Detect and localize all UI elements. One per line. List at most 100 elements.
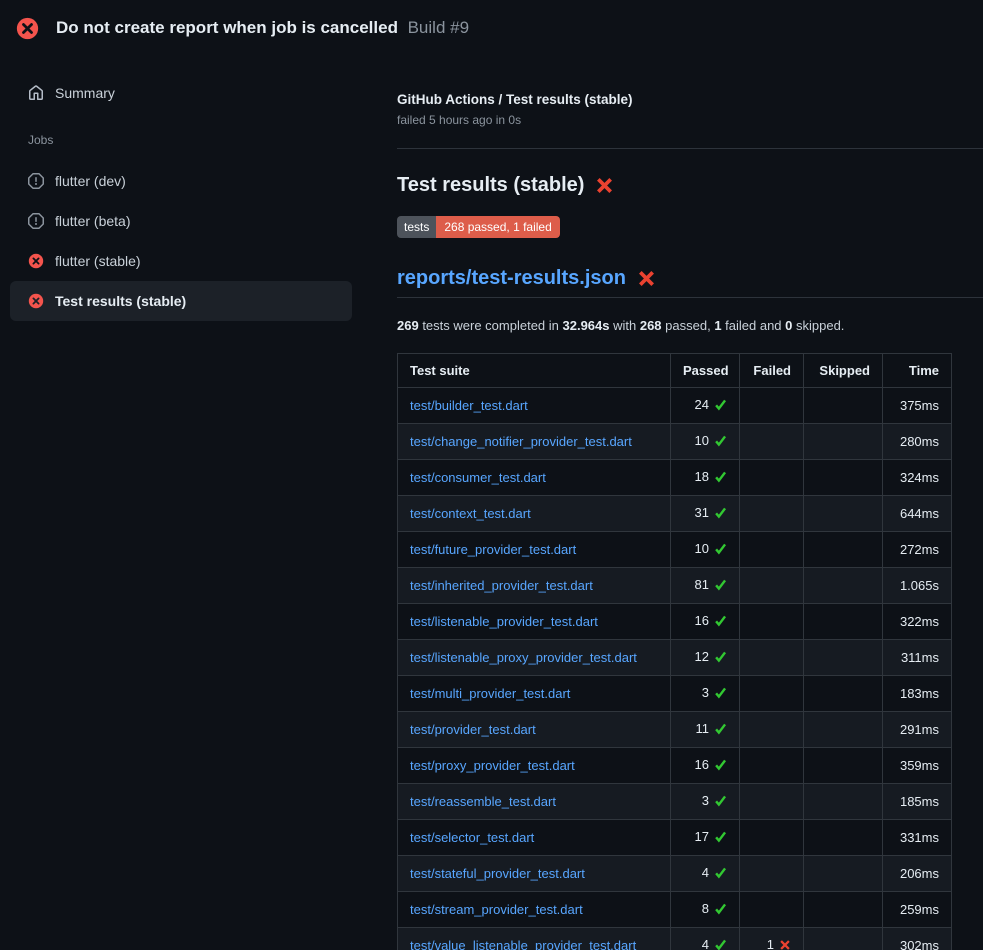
red-cross-icon bbox=[595, 176, 614, 195]
summary-number: 1 bbox=[714, 318, 721, 333]
suite-cell: test/selector_test.dart bbox=[398, 820, 671, 856]
failed-cell bbox=[740, 892, 804, 928]
passed-cell: 3 bbox=[671, 784, 740, 820]
failed-cell bbox=[740, 712, 804, 748]
suite-cell: test/reassemble_test.dart bbox=[398, 784, 671, 820]
failed-cell bbox=[740, 424, 804, 460]
suite-link[interactable]: test/listenable_proxy_provider_test.dart bbox=[410, 650, 637, 665]
time-cell: 375ms bbox=[883, 388, 952, 424]
suite-link[interactable]: test/reassemble_test.dart bbox=[410, 794, 556, 809]
build-number: Build #9 bbox=[408, 18, 469, 37]
passed-cell: 17 bbox=[671, 820, 740, 856]
suite-cell: test/multi_provider_test.dart bbox=[398, 676, 671, 712]
table-row: test/consumer_test.dart 18 324ms bbox=[398, 460, 952, 496]
check-icon bbox=[714, 866, 727, 883]
passed-cell: 10 bbox=[671, 424, 740, 460]
report-title-link[interactable]: reports/test-results.json bbox=[397, 265, 626, 291]
skipped-cell bbox=[804, 892, 883, 928]
skipped-cell bbox=[804, 712, 883, 748]
report-heading: reports/test-results.json bbox=[397, 265, 983, 298]
table-row: test/proxy_provider_test.dart16359ms bbox=[398, 748, 952, 784]
cross-icon bbox=[779, 938, 791, 950]
summary-text: failed and bbox=[722, 318, 786, 333]
sidebar-item-test-results-stable[interactable]: Test results (stable) bbox=[10, 281, 352, 321]
passed-cell: 16 bbox=[671, 604, 740, 640]
suite-cell: test/listenable_provider_test.dart bbox=[398, 604, 671, 640]
check-icon bbox=[714, 758, 727, 775]
sidebar-item-label: flutter (dev) bbox=[55, 173, 126, 189]
check-icon bbox=[714, 938, 727, 950]
passed-cell: 81 bbox=[671, 568, 740, 604]
suite-link[interactable]: test/listenable_provider_test.dart bbox=[410, 614, 598, 629]
passed-cell: 31 bbox=[671, 496, 740, 532]
suite-link[interactable]: test/future_provider_test.dart bbox=[410, 542, 576, 557]
suite-link[interactable]: test/provider_test.dart bbox=[410, 722, 536, 737]
passed-cell: 4 bbox=[671, 928, 740, 950]
table-row: test/inherited_provider_test.dart811.065… bbox=[398, 568, 952, 604]
time-cell: 644ms bbox=[883, 496, 952, 532]
suite-link[interactable]: test/multi_provider_test.dart bbox=[410, 686, 570, 701]
check-icon bbox=[714, 902, 727, 919]
suite-link[interactable]: test/builder_test.dart bbox=[410, 398, 528, 413]
summary-text: tests were completed in bbox=[419, 318, 563, 333]
check-icon bbox=[714, 506, 727, 523]
divider bbox=[397, 148, 983, 149]
table-row: test/listenable_provider_test.dart16322m… bbox=[398, 604, 952, 640]
time-cell: 311ms bbox=[883, 640, 952, 676]
suite-cell: test/future_provider_test.dart bbox=[398, 532, 671, 568]
suite-link[interactable]: test/change_notifier_provider_test.dart bbox=[410, 434, 632, 449]
section-title: Test results (stable) bbox=[397, 172, 584, 198]
suite-link[interactable]: test/inherited_provider_test.dart bbox=[410, 578, 593, 593]
suite-cell: test/builder_test.dart bbox=[398, 388, 671, 424]
x-circle-icon bbox=[28, 253, 44, 269]
sidebar-item-label: Test results (stable) bbox=[55, 293, 186, 309]
time-cell: 324ms bbox=[883, 460, 952, 496]
suite-link[interactable]: test/value_listenable_provider_test.dart bbox=[410, 938, 636, 950]
check-icon bbox=[714, 470, 727, 487]
time-cell: 331ms bbox=[883, 820, 952, 856]
time-cell: 280ms bbox=[883, 424, 952, 460]
x-circle-fill-icon bbox=[16, 17, 39, 40]
summary-sentence: 269 tests were completed in 32.964s with… bbox=[397, 317, 983, 334]
summary-number: 32.964s bbox=[563, 318, 610, 333]
suite-cell: test/stream_provider_test.dart bbox=[398, 892, 671, 928]
sidebar-item-flutter-dev[interactable]: flutter (dev) bbox=[10, 161, 352, 201]
sidebar-item-flutter-stable[interactable]: flutter (stable) bbox=[10, 241, 352, 281]
suite-link[interactable]: test/consumer_test.dart bbox=[410, 470, 546, 485]
check-icon bbox=[714, 650, 727, 667]
column-header-skipped: Skipped bbox=[804, 354, 883, 388]
summary-text: skipped. bbox=[792, 318, 844, 333]
suite-link[interactable]: test/proxy_provider_test.dart bbox=[410, 758, 575, 773]
suite-link[interactable]: test/context_test.dart bbox=[410, 506, 531, 521]
check-icon bbox=[714, 578, 727, 595]
stop-icon bbox=[28, 213, 44, 229]
table-row: test/reassemble_test.dart3185ms bbox=[398, 784, 952, 820]
suite-link[interactable]: test/selector_test.dart bbox=[410, 830, 534, 845]
passed-cell: 3 bbox=[671, 676, 740, 712]
skipped-cell bbox=[804, 748, 883, 784]
table-row: test/context_test.dart 31 644ms bbox=[398, 496, 952, 532]
table-header-row: Test suite Passed Failed Skipped Time bbox=[398, 354, 952, 388]
suite-cell: test/change_notifier_provider_test.dart bbox=[398, 424, 671, 460]
column-header-failed: Failed bbox=[740, 354, 804, 388]
sidebar-item-summary[interactable]: Summary bbox=[10, 73, 352, 113]
table-row: test/stream_provider_test.dart8259ms bbox=[398, 892, 952, 928]
skipped-cell bbox=[804, 460, 883, 496]
build-title: Do not create report when job is cancell… bbox=[56, 18, 398, 37]
suite-cell: test/proxy_provider_test.dart bbox=[398, 748, 671, 784]
sidebar-item-label: flutter (stable) bbox=[55, 253, 141, 269]
build-header: Do not create report when job is cancell… bbox=[0, 0, 983, 56]
sidebar-item-label: flutter (beta) bbox=[55, 213, 130, 229]
suite-link[interactable]: test/stream_provider_test.dart bbox=[410, 902, 583, 917]
passed-cell: 18 bbox=[671, 460, 740, 496]
time-cell: 302ms bbox=[883, 928, 952, 950]
sidebar-item-flutter-beta[interactable]: flutter (beta) bbox=[10, 201, 352, 241]
failed-cell bbox=[740, 532, 804, 568]
suite-cell: test/stateful_provider_test.dart bbox=[398, 856, 671, 892]
check-icon bbox=[714, 542, 727, 559]
check-icon bbox=[714, 398, 727, 415]
check-icon bbox=[714, 830, 727, 847]
test-results-table-body: test/builder_test.dart24375mstest/change… bbox=[398, 388, 952, 950]
suite-link[interactable]: test/stateful_provider_test.dart bbox=[410, 866, 585, 881]
suite-cell: test/context_test.dart bbox=[398, 496, 671, 532]
